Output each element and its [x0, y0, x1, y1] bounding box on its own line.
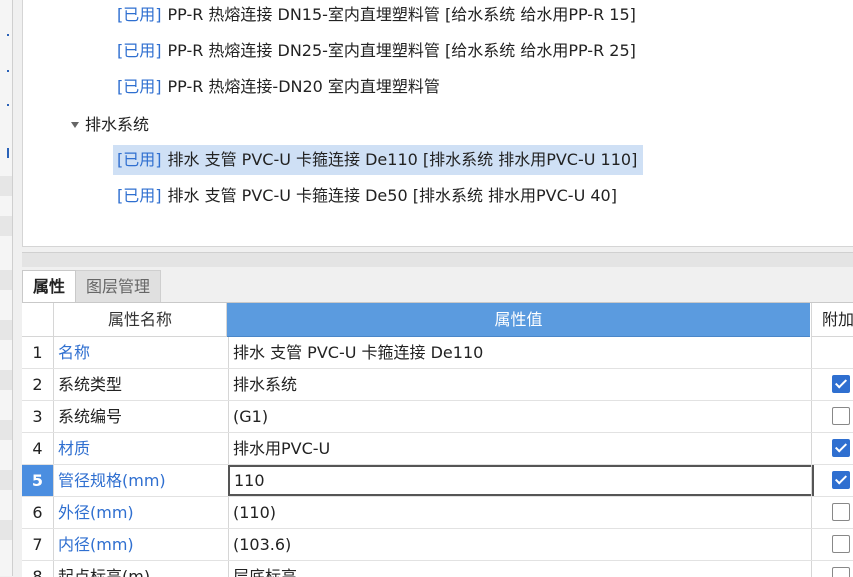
tree-item[interactable]: [已用] 排水 支管 PVC-U 卡箍连接 De50 [排水系统 排水用PVC-U… — [117, 181, 617, 211]
property-name: 起点标高(m) — [58, 567, 151, 577]
property-value[interactable]: 排水 支管 PVC-U 卡箍连接 De110 — [228, 337, 813, 368]
tree-item-label: PP-R 热熔连接 DN25-室内直埋塑料管 [给水系统 给水用PP-R 25] — [167, 41, 636, 60]
tree-group-drainage[interactable]: 排水系统 — [71, 110, 149, 140]
property-value-editor[interactable]: 110 — [228, 465, 814, 496]
header-property-value[interactable]: 属性值 — [227, 303, 810, 337]
left-panel-row[interactable] — [0, 420, 12, 440]
property-row[interactable]: 6 外径(mm) (110) — [22, 497, 853, 529]
row-number: 5 — [22, 465, 54, 496]
extra-cell — [811, 337, 853, 368]
row-number: 1 — [22, 337, 54, 368]
tree-item[interactable]: [已用] PP-R 热熔连接 DN25-室内直埋塑料管 [给水系统 给水用PP-R… — [117, 36, 636, 66]
used-status: [已用] — [117, 150, 162, 169]
left-panel-mark — [7, 148, 9, 158]
header-extra[interactable]: 附加 — [811, 303, 853, 337]
property-row[interactable]: 4 材质 排水用PVC-U — [22, 433, 853, 465]
left-panel-row[interactable] — [0, 470, 12, 490]
left-panel-mark — [7, 104, 9, 106]
row-number: 6 — [22, 497, 54, 528]
property-name: 材质 — [58, 439, 91, 458]
property-name: 名称 — [58, 343, 91, 362]
row-number: 8 — [22, 561, 54, 577]
property-value[interactable]: (110) — [228, 497, 813, 528]
component-tree: [已用] PP-R 热熔连接 DN15-室内直埋塑料管 [给水系统 给水用PP-R… — [22, 0, 853, 247]
left-panel-mark — [7, 34, 9, 36]
tab-layer-management[interactable]: 图层管理 — [76, 270, 162, 304]
property-row[interactable]: 8 起点标高(m) 层底标高 — [22, 561, 853, 577]
extra-checkbox[interactable] — [832, 535, 850, 553]
used-status: [已用] — [117, 186, 162, 205]
tree-item[interactable]: [已用] PP-R 热熔连接-DN20 室内直埋塑料管 — [117, 72, 440, 102]
tree-item[interactable]: [已用] PP-R 热熔连接 DN15-室内直埋塑料管 [给水系统 给水用PP-R… — [117, 0, 636, 30]
extra-cell — [811, 465, 853, 496]
left-panel-row[interactable] — [0, 320, 12, 340]
extra-cell — [811, 529, 853, 560]
property-row[interactable]: 1 名称 排水 支管 PVC-U 卡箍连接 De110 — [22, 337, 853, 369]
property-row[interactable]: 7 内径(mm) (103.6) — [22, 529, 853, 561]
extra-checkbox[interactable] — [832, 503, 850, 521]
tree-item-label: PP-R 热熔连接 DN15-室内直埋塑料管 [给水系统 给水用PP-R 15] — [167, 5, 636, 24]
panel-splitter[interactable] — [22, 252, 853, 267]
property-value[interactable]: 排水系统 — [228, 369, 813, 400]
property-grid: 属性名称 属性值 附加 1 名称 排水 支管 PVC-U 卡箍连接 De110 … — [22, 302, 853, 577]
extra-checkbox[interactable] — [832, 375, 850, 393]
property-name: 系统类型 — [58, 375, 123, 394]
left-panel-row[interactable] — [0, 176, 12, 196]
tree-item-label: PP-R 热熔连接-DN20 室内直埋塑料管 — [167, 77, 440, 96]
expand-arrow-icon[interactable] — [71, 121, 79, 128]
extra-checkbox[interactable] — [832, 439, 850, 457]
extra-checkbox[interactable] — [832, 471, 850, 489]
grid-corner — [22, 303, 54, 337]
extra-cell — [811, 369, 853, 400]
property-value[interactable]: (G1) — [228, 401, 813, 432]
used-status: [已用] — [117, 5, 162, 24]
extra-checkbox[interactable] — [832, 407, 850, 425]
used-status: [已用] — [117, 41, 162, 60]
extra-cell — [811, 401, 853, 432]
row-number: 7 — [22, 529, 54, 560]
row-number: 4 — [22, 433, 54, 464]
property-name: 内径(mm) — [58, 535, 134, 554]
tab-bar: 属性 图层管理 — [22, 270, 162, 304]
tab-properties[interactable]: 属性 — [22, 270, 77, 303]
property-name: 外径(mm) — [58, 503, 134, 522]
property-row-selected[interactable]: 5 管径规格(mm) 110 — [22, 465, 853, 497]
property-name: 管径规格(mm) — [58, 471, 166, 490]
row-number: 2 — [22, 369, 54, 400]
extra-cell — [811, 561, 853, 577]
extra-cell — [811, 433, 853, 464]
row-number: 3 — [22, 401, 54, 432]
left-panel-mark — [7, 70, 9, 72]
left-panel-row[interactable] — [0, 370, 12, 390]
property-name: 系统编号 — [58, 407, 123, 426]
used-status: [已用] — [117, 77, 162, 96]
tree-item-label: 排水 支管 PVC-U 卡箍连接 De50 [排水系统 排水用PVC-U 40] — [167, 186, 617, 205]
tree-item-label: 排水 支管 PVC-U 卡箍连接 De110 [排水系统 排水用PVC-U 11… — [167, 150, 638, 169]
extra-cell — [811, 497, 853, 528]
left-panel-row[interactable] — [0, 216, 12, 236]
left-panel-row[interactable] — [0, 270, 12, 290]
tree-group-label: 排水系统 — [85, 115, 150, 134]
property-value[interactable]: (103.6) — [228, 529, 813, 560]
left-panel-edge — [0, 0, 13, 576]
property-row[interactable]: 2 系统类型 排水系统 — [22, 369, 853, 401]
property-value[interactable]: 排水用PVC-U — [228, 433, 813, 464]
property-value[interactable]: 层底标高 — [228, 561, 813, 577]
left-panel-row[interactable] — [0, 520, 12, 540]
header-property-name[interactable]: 属性名称 — [54, 303, 227, 337]
tree-item-selected[interactable]: [已用] 排水 支管 PVC-U 卡箍连接 De110 [排水系统 排水用PVC-… — [113, 145, 644, 175]
property-row[interactable]: 3 系统编号 (G1) — [22, 401, 853, 433]
